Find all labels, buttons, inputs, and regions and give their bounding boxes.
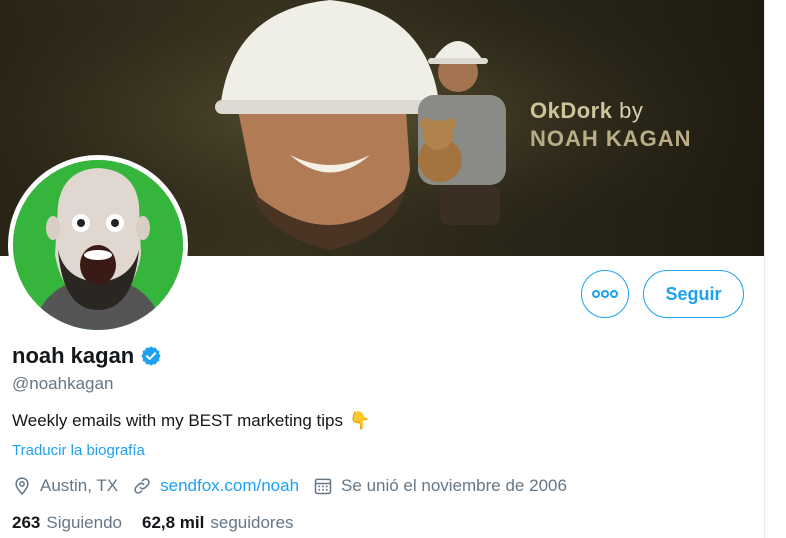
banner-title-okdork: OkDork: [530, 98, 613, 123]
website-link[interactable]: sendfox.com/noah: [160, 476, 299, 496]
profile-bio: Weekly emails with my BEST marketing tip…: [12, 411, 370, 431]
avatar-image: [13, 160, 183, 330]
followers-count: 62,8 mil: [142, 513, 205, 532]
more-icon: [592, 290, 618, 298]
following-label: Siguiendo: [46, 513, 122, 532]
location-pin-icon: [15, 477, 29, 495]
avatar[interactable]: [13, 160, 183, 330]
joined-item: Se unió el noviembre de 2006: [313, 476, 567, 496]
column-divider: [764, 0, 765, 538]
follow-button[interactable]: Seguir: [643, 270, 744, 318]
translate-bio-link[interactable]: Traducir la biografía: [12, 442, 145, 459]
location-item: Austin, TX: [12, 476, 118, 496]
profile-meta: Austin, TX sendfox.com/noah Se unió el n…: [12, 476, 581, 496]
followers-label: seguidores: [210, 513, 294, 532]
profile-stats: 263 Siguiendo 62,8 mil seguidores: [12, 513, 314, 533]
following-stat[interactable]: 263 Siguiendo: [12, 513, 122, 533]
following-count: 263: [12, 513, 41, 532]
location-text: Austin, TX: [40, 476, 119, 495]
banner-title: OkDork by NOAH KAGAN: [530, 100, 692, 150]
website-item: sendfox.com/noah: [132, 476, 299, 496]
followers-stat[interactable]: 62,8 mil seguidores: [142, 513, 294, 533]
verified-badge-icon: [141, 346, 161, 366]
bio-text: Weekly emails with my BEST marketing tip…: [12, 411, 343, 430]
profile-name-row: noah kagan: [12, 343, 162, 369]
link-icon: [134, 478, 150, 494]
joined-text: Se unió el noviembre de 2006: [341, 476, 567, 495]
more-options-button[interactable]: [581, 270, 629, 318]
pointing-down-emoji-icon: 👇: [348, 411, 371, 430]
profile-handle: @noahkagan: [12, 374, 114, 393]
profile-name: noah kagan: [12, 343, 135, 368]
banner-title-name: NOAH KAGAN: [530, 126, 692, 151]
banner-title-by: by: [619, 98, 644, 123]
calendar-icon: [314, 478, 332, 495]
